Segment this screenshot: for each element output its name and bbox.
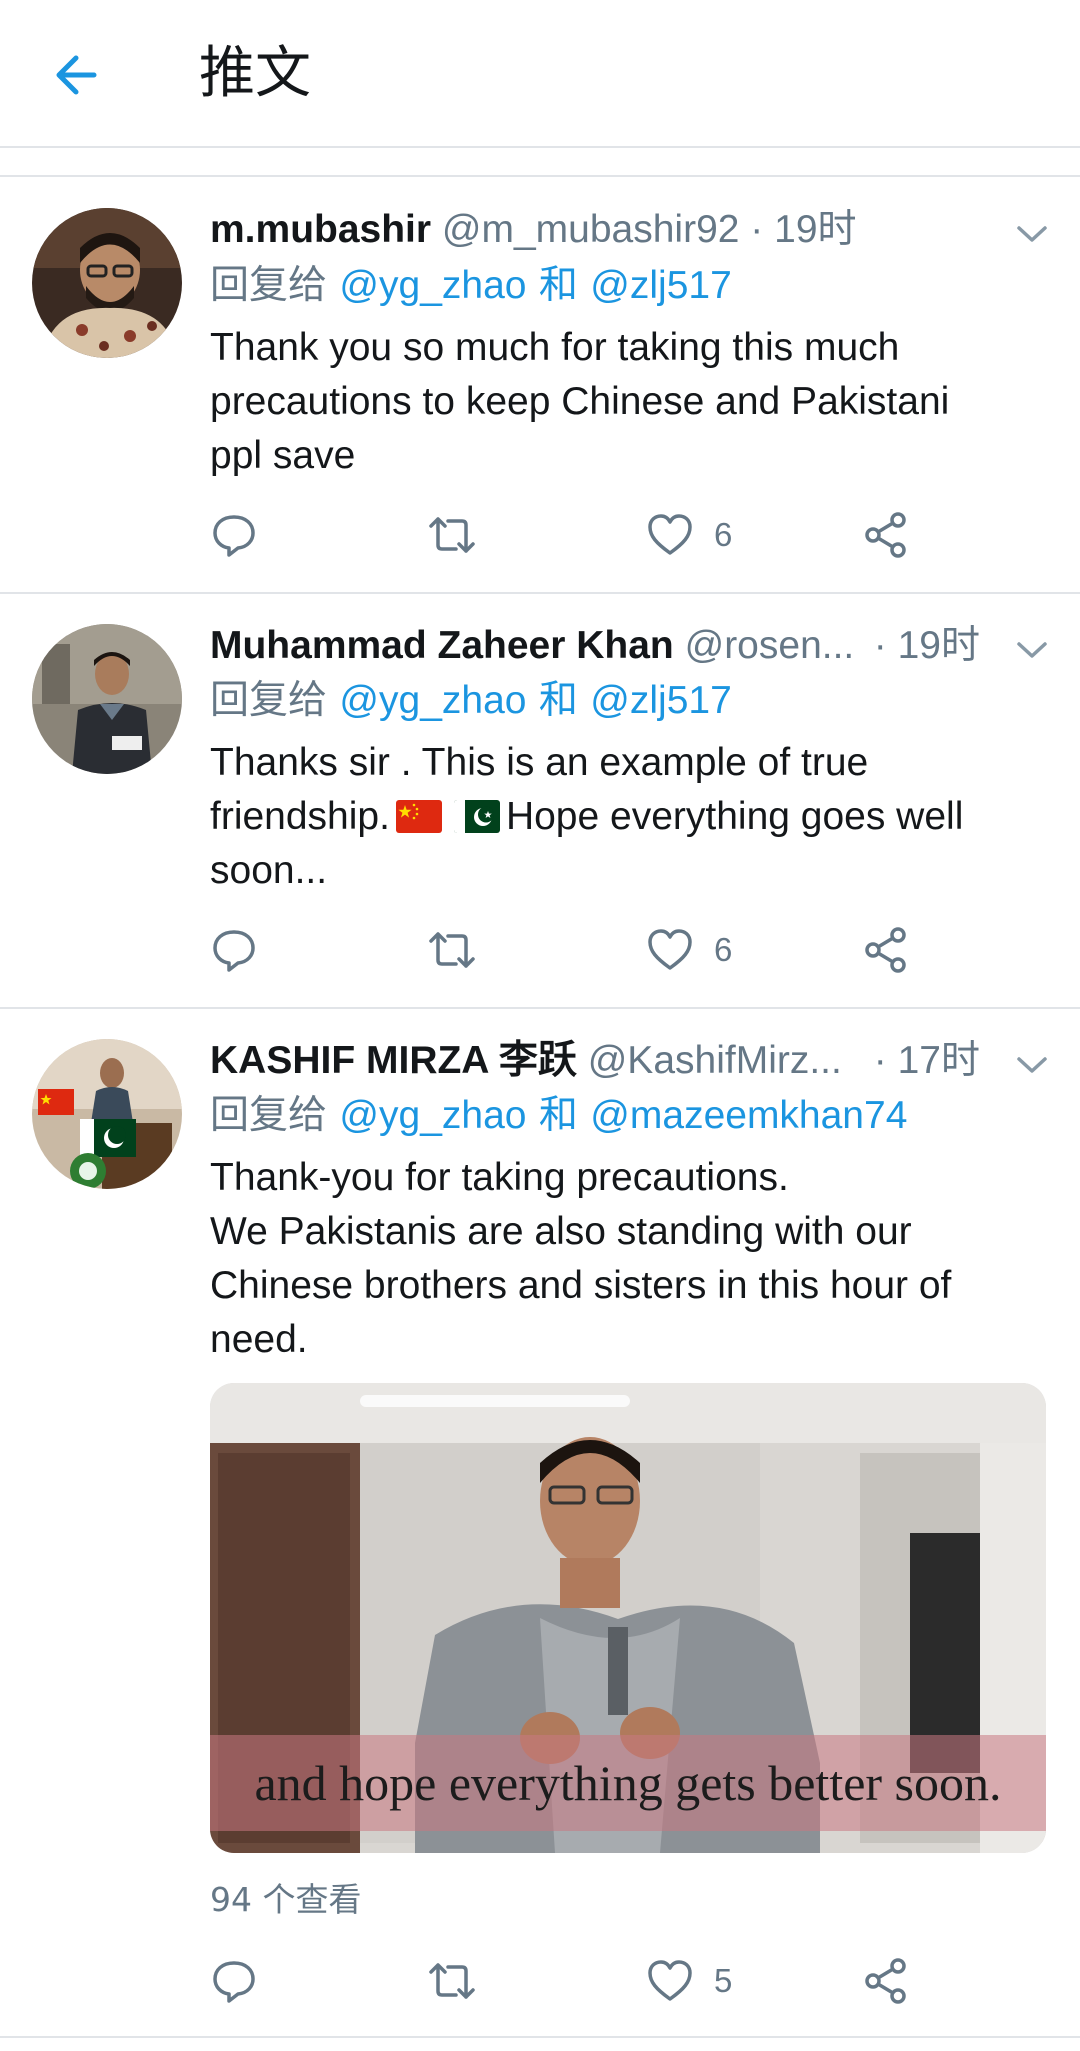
divider <box>0 175 1080 177</box>
avatar[interactable] <box>32 624 182 774</box>
timestamp: 19时 <box>774 208 857 251</box>
user-handle: @m_mubashir92 <box>441 208 740 251</box>
back-arrow-icon[interactable] <box>46 44 108 106</box>
timestamp-wrap: · 17时 <box>874 1036 980 1086</box>
mention-link[interactable]: @yg_zhao <box>339 679 526 722</box>
pakistan-flag-icon <box>453 800 500 833</box>
china-flag-icon <box>395 800 442 833</box>
share-button[interactable] <box>862 920 910 980</box>
reply-prefix: 回复给 <box>210 1093 328 1138</box>
chevron-down-icon[interactable] <box>1014 638 1050 662</box>
reply-icon <box>213 515 255 557</box>
like-button[interactable]: 5 <box>646 1951 732 2011</box>
mention-link[interactable]: @yg_zhao <box>339 264 526 307</box>
video-caption: and hope everything gets better soon. <box>210 1735 1046 1831</box>
chevron-down-icon[interactable] <box>1014 222 1050 246</box>
mention-link[interactable]: @mazeemkhan74 <box>590 1094 907 1137</box>
tweet-actions: 6 <box>210 920 930 980</box>
divider <box>0 146 1080 148</box>
heart-icon <box>648 514 692 555</box>
share-icon <box>865 927 906 973</box>
mention-link[interactable]: @zlj517 <box>590 679 732 722</box>
divider <box>0 592 1080 594</box>
retweet-icon <box>429 1963 475 1999</box>
reply-conj: 和 <box>538 678 578 723</box>
display-name[interactable]: Muhammad Zaheer Khan <box>210 624 674 667</box>
reply-context: 回复给 @yg_zhao 和 @zlj517 <box>210 261 732 311</box>
user-handle: @rosen... <box>684 624 855 667</box>
mention-link[interactable]: @zlj517 <box>590 264 732 307</box>
tweet-text-line: precautions to keep Chinese and Pakistan… <box>210 380 950 423</box>
tweet-header: m.mubashir @m_mubashir92 · 19时 <box>210 205 857 255</box>
retweet-button[interactable] <box>428 505 476 565</box>
timestamp: 17时 <box>897 1039 980 1082</box>
tweet-actions: 6 <box>210 505 930 565</box>
tweet-header: Muhammad Zaheer Khan @rosen... <box>210 621 854 671</box>
reply-icon <box>213 930 255 972</box>
tweet-text: Thank you so much for taking this much p… <box>210 321 1010 483</box>
share-icon <box>865 512 906 558</box>
tweet-header: KASHIF MIRZA 李跃 @KashifMirz... <box>210 1036 842 1086</box>
chevron-down-icon[interactable] <box>1014 1053 1050 1077</box>
display-name[interactable]: KASHIF MIRZA 李跃 <box>210 1039 577 1082</box>
share-button[interactable] <box>862 1951 910 2011</box>
reply-button[interactable] <box>210 1951 258 2011</box>
tweet-text-line: Thanks sir . This is an example of true <box>210 741 869 784</box>
video-thumbnail[interactable]: and hope everything gets better soon. <box>210 1383 1046 1853</box>
display-name[interactable]: m.mubashir <box>210 208 431 251</box>
share-icon <box>865 1958 906 2004</box>
tweet-text-line: Chinese brothers and sisters in this hou… <box>210 1264 952 1307</box>
tweet-text: Thanks sir . This is an example of true … <box>210 736 1010 898</box>
avatar[interactable] <box>32 208 182 358</box>
retweet-button[interactable] <box>428 920 476 980</box>
view-count: 94 个查看 <box>210 1880 362 1919</box>
tweet-text-line: need. <box>210 1318 308 1361</box>
timestamp-wrap: · 19时 <box>874 621 980 671</box>
separator: · <box>873 624 887 667</box>
reply-prefix: 回复给 <box>210 263 328 308</box>
like-count: 5 <box>714 1962 733 1999</box>
page-title: 推文 <box>199 41 311 106</box>
tweet-text-fragment: friendship. <box>210 795 390 838</box>
tweet-text-line: We Pakistanis are also standing with our <box>210 1210 912 1253</box>
like-button[interactable]: 6 <box>646 505 732 565</box>
reply-icon <box>213 1961 255 2003</box>
reply-context: 回复给 @yg_zhao 和 @zlj517 <box>210 676 732 726</box>
tweet-text-line: Thank you so much for taking this much <box>210 326 900 369</box>
top-bar: 推文 <box>0 0 1080 148</box>
reply-button[interactable] <box>210 920 258 980</box>
like-count: 6 <box>714 931 733 968</box>
heart-icon <box>648 1960 692 2001</box>
reply-prefix: 回复给 <box>210 678 328 723</box>
reply-context: 回复给 @yg_zhao 和 @mazeemkhan74 <box>210 1091 907 1141</box>
like-count: 6 <box>714 516 733 553</box>
share-button[interactable] <box>862 505 910 565</box>
separator: · <box>750 208 764 251</box>
retweet-button[interactable] <box>428 1951 476 2011</box>
tweet-actions: 5 <box>210 1951 930 2011</box>
tweet-text-line-with-flags: friendship. Hope everything goes well <box>210 790 1010 844</box>
divider <box>0 2036 1080 2038</box>
retweet-icon <box>429 932 475 968</box>
tweet-text-line: ppl save <box>210 434 356 477</box>
avatar[interactable] <box>32 1039 182 1189</box>
retweet-icon <box>429 517 475 553</box>
tweet-text-fragment: Hope everything goes well <box>505 795 964 838</box>
reply-conj: 和 <box>538 263 578 308</box>
reply-conj: 和 <box>538 1093 578 1138</box>
user-handle: @KashifMirz... <box>587 1039 842 1082</box>
like-button[interactable]: 6 <box>646 920 732 980</box>
tweet-text-line: Thank-you for taking precautions. <box>210 1156 789 1199</box>
tweet-text-line: soon... <box>210 849 328 892</box>
heart-icon <box>648 929 692 970</box>
divider <box>0 1007 1080 1009</box>
timestamp: 19时 <box>897 624 980 667</box>
reply-button[interactable] <box>210 505 258 565</box>
tweet-text: Thank-you for taking precautions. We Pak… <box>210 1151 1010 1367</box>
mention-link[interactable]: @yg_zhao <box>339 1094 526 1137</box>
separator: · <box>873 1039 887 1082</box>
